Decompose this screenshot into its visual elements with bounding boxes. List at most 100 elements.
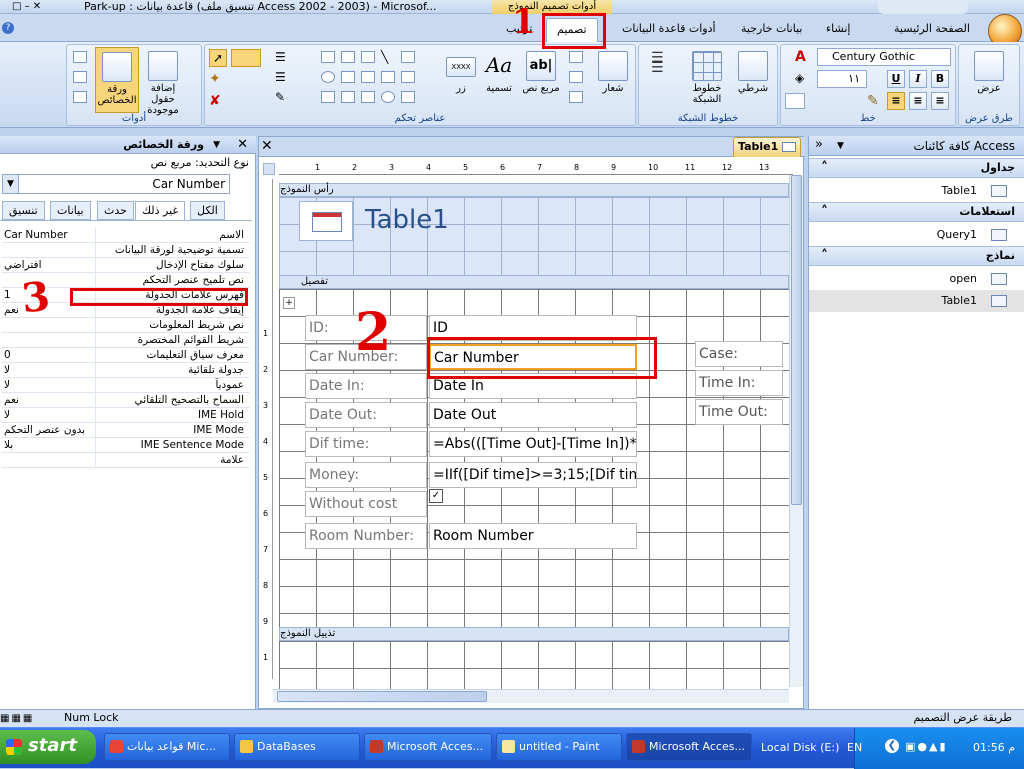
italic-button[interactable]: I bbox=[909, 70, 927, 88]
form-title[interactable]: Table1 bbox=[365, 205, 449, 235]
property-row[interactable]: لا جدولة تلقائية bbox=[2, 363, 250, 378]
property-value[interactable]: 0 bbox=[2, 348, 96, 363]
form-control-icon[interactable] bbox=[569, 91, 583, 103]
code-icon[interactable] bbox=[73, 51, 87, 63]
checkbox[interactable]: ✓ bbox=[429, 489, 443, 503]
scrollbar-thumb[interactable] bbox=[791, 175, 802, 505]
title-button[interactable]: Aa تسمية bbox=[477, 51, 521, 94]
property-row[interactable]: بدون عنصر التحكم IME Mode bbox=[2, 423, 250, 438]
tab-create[interactable]: إنشاء bbox=[826, 22, 850, 35]
window-controls[interactable]: □ – ✕ bbox=[12, 1, 72, 13]
page-break-icon[interactable] bbox=[361, 51, 375, 63]
form-header-bar[interactable]: رأس النموذج bbox=[279, 183, 789, 197]
line-thickness-icon[interactable]: ☰ ☰ bbox=[651, 51, 664, 75]
nav-section-header[interactable]: ˄ نماذج bbox=[809, 246, 1024, 266]
property-value[interactable] bbox=[2, 453, 96, 468]
form-footer-section[interactable] bbox=[279, 641, 789, 689]
tab-all[interactable]: الكل bbox=[190, 201, 225, 220]
chevron-down-icon[interactable]: ▼ bbox=[837, 141, 844, 151]
horizontal-scrollbar[interactable] bbox=[273, 689, 789, 703]
list-box-icon[interactable] bbox=[401, 71, 415, 83]
pane-menu-chevron-icon[interactable]: ▼ bbox=[213, 140, 220, 150]
tab-control-icon[interactable] bbox=[401, 51, 415, 63]
tray-icons[interactable]: ▣●▲▮ bbox=[905, 740, 948, 753]
property-value[interactable] bbox=[2, 273, 96, 288]
field-control[interactable]: =Abs(([Time Out]-[Time In])*2 bbox=[429, 431, 637, 457]
field-control[interactable]: Car Number bbox=[429, 344, 637, 370]
nav-pane-header[interactable]: كافة كائنات Access » ▼ bbox=[809, 136, 1024, 156]
property-value[interactable] bbox=[2, 333, 96, 348]
image-icon[interactable] bbox=[361, 71, 375, 83]
property-row[interactable]: علامة bbox=[2, 453, 250, 468]
property-value[interactable]: لا bbox=[2, 378, 96, 393]
taskbar-button[interactable]: Microsoft Acces... bbox=[626, 733, 752, 761]
format-painter-icon[interactable]: ✎ bbox=[867, 93, 879, 109]
form-header-section[interactable]: Table1 bbox=[279, 197, 789, 275]
property-row[interactable]: نعم السماح بالتصحيح التلقائي bbox=[2, 393, 250, 408]
button-button[interactable]: XXXX زر bbox=[439, 51, 483, 94]
textbox-button[interactable]: ab| مربع نص bbox=[519, 51, 563, 94]
lang-indicator[interactable]: EN bbox=[847, 741, 862, 754]
collapse-chevron-icon[interactable]: ˄ bbox=[821, 247, 828, 265]
font-size-combo[interactable]: ١١ bbox=[817, 70, 867, 88]
macro-icon[interactable] bbox=[73, 71, 87, 83]
property-value[interactable]: بلا bbox=[2, 438, 96, 453]
property-row[interactable]: بلا IME Sentence Mode bbox=[2, 438, 250, 453]
globe-icon[interactable] bbox=[321, 71, 335, 83]
field-label[interactable]: Dif time: bbox=[305, 431, 427, 457]
property-row[interactable]: Car Number الاسم bbox=[2, 228, 250, 243]
select-arrow-icon[interactable]: ➚ bbox=[209, 49, 227, 67]
gridlines-button[interactable]: خطوط الشبكة bbox=[685, 51, 729, 105]
nav-item[interactable]: Query1 bbox=[809, 224, 1024, 246]
collapse-chevron-icon[interactable]: ˄ bbox=[821, 203, 828, 221]
line-icon[interactable]: ╲ bbox=[381, 51, 395, 63]
fill-color-icon[interactable]: ◈ bbox=[795, 71, 804, 85]
control-wizard-icon[interactable] bbox=[231, 49, 261, 67]
properties-clear-icon[interactable]: ✘ bbox=[209, 93, 221, 109]
toggle-icon[interactable] bbox=[321, 51, 335, 63]
attachment-icon[interactable] bbox=[341, 91, 355, 103]
view-button[interactable]: عرض bbox=[967, 51, 1011, 94]
field-label[interactable]: Date In: bbox=[305, 373, 427, 399]
field-label[interactable]: Money: bbox=[305, 462, 427, 488]
scrollbar-thumb[interactable] bbox=[277, 691, 487, 702]
conditional-button[interactable]: شرطي bbox=[731, 51, 775, 94]
tab-other[interactable]: غير ذلك bbox=[135, 201, 186, 220]
move-handle-icon[interactable]: + bbox=[283, 297, 295, 309]
field-control[interactable]: Date In bbox=[429, 373, 637, 399]
nav-section-header[interactable]: ˄ استعلامات bbox=[809, 202, 1024, 222]
field-label[interactable]: Date Out: bbox=[305, 402, 427, 428]
field-label[interactable]: Case: bbox=[695, 341, 783, 367]
line-style-icon[interactable] bbox=[785, 93, 805, 109]
quick-access-toolbar[interactable] bbox=[878, 0, 968, 14]
collapse-chevron-icon[interactable]: ˄ bbox=[821, 159, 828, 177]
form-control-icon[interactable] bbox=[569, 71, 583, 83]
nav-item[interactable]: Table1 bbox=[809, 290, 1024, 312]
subform-icon[interactable] bbox=[341, 71, 355, 83]
field-label[interactable]: Room Number: bbox=[305, 523, 427, 549]
form-footer-bar[interactable]: تذييل النموذج bbox=[279, 627, 789, 641]
bold-button[interactable]: B bbox=[931, 70, 949, 88]
property-value[interactable]: لا bbox=[2, 408, 96, 423]
underline-button[interactable]: U bbox=[887, 70, 905, 88]
align-left-button[interactable]: ≡ bbox=[887, 92, 905, 110]
taskbar-button[interactable]: قواعد بيانات Mic... bbox=[104, 733, 230, 761]
document-tab-table1[interactable]: Table1 bbox=[733, 137, 801, 157]
align-right-button[interactable]: ≡ bbox=[931, 92, 949, 110]
property-row[interactable]: 0 معرف سياق التعليمات bbox=[2, 348, 250, 363]
vertical-scrollbar[interactable] bbox=[789, 175, 803, 687]
add-existing-fields-button[interactable]: إضافة حقول موجودة bbox=[141, 51, 185, 116]
tray-arrow-icon[interactable]: ❮ bbox=[885, 739, 899, 753]
tab-external-data[interactable]: بيانات خارجية bbox=[741, 22, 802, 35]
form-logo-icon[interactable] bbox=[299, 201, 353, 241]
taskbar-button[interactable]: Microsoft Acces... bbox=[364, 733, 492, 761]
tab-order-icon[interactable] bbox=[73, 91, 87, 103]
field-label[interactable]: Time Out: bbox=[695, 399, 783, 425]
field-control[interactable]: =IIf([Dif time]>=3;15;[Dif time bbox=[429, 462, 637, 488]
field-control[interactable]: Room Number bbox=[429, 523, 637, 549]
nav-item[interactable]: Table1 bbox=[809, 180, 1024, 202]
field-control[interactable]: Date Out bbox=[429, 402, 637, 428]
list-format-icon[interactable]: ☰ bbox=[275, 51, 289, 63]
control-selector[interactable]: Car Number ▼ bbox=[2, 174, 230, 194]
tab-home[interactable]: الصفحة الرئيسية bbox=[894, 22, 970, 35]
